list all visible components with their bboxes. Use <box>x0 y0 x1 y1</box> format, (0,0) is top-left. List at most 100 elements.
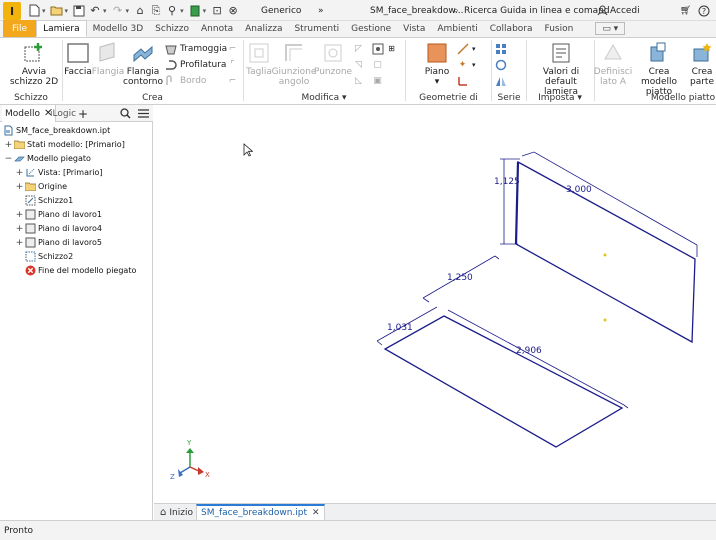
tab-fusion[interactable]: Fusion <box>539 20 580 37</box>
tree-item-view[interactable]: + Vista: [Primario] <box>15 166 103 179</box>
tree-item-document[interactable]: SM_face_breakdown.ipt <box>2 124 110 137</box>
tab-ambienti[interactable]: Ambienti <box>431 20 483 37</box>
dimension-label-4[interactable]: 1,031 <box>387 323 413 333</box>
expand-icon[interactable]: + <box>15 238 24 248</box>
tree-item-model-states[interactable]: + Stati modello: [Primario] <box>4 138 125 151</box>
chevron-down-icon[interactable]: ▾ <box>65 7 69 15</box>
create-part-button[interactable]: Crea parte <box>688 41 716 87</box>
ribbon-options-button[interactable]: ▭ ▾ <box>595 22 626 35</box>
tab-file[interactable]: File <box>3 20 37 37</box>
unfold-button[interactable]: ▢ <box>371 57 387 72</box>
cut-small-button[interactable]: ⌐ <box>226 73 242 88</box>
roll-button[interactable]: Profilatura <box>164 57 226 72</box>
chevron-down-icon[interactable]: ▾ <box>126 7 130 15</box>
appearance-icon[interactable]: ⊡ <box>209 3 225 19</box>
dimension-label-2[interactable]: 3,000 <box>566 185 592 195</box>
face-button[interactable]: Faccia <box>64 41 92 77</box>
undo-icon[interactable]: ↶ <box>87 3 103 19</box>
plane-button[interactable]: Piano ▾ <box>420 41 454 87</box>
tab-annota[interactable]: Annota <box>195 20 239 37</box>
expand-icon[interactable]: + <box>15 182 24 192</box>
close-icon[interactable]: ✕ <box>312 508 320 518</box>
bend-small-button[interactable]: ⌜ <box>226 57 242 72</box>
define-a-side-button[interactable]: Definisci lato A <box>594 41 632 87</box>
tab-schizzo[interactable]: Schizzo <box>149 20 195 37</box>
dimension-label-1[interactable]: 1,125 <box>494 177 520 187</box>
material-icon[interactable] <box>187 3 203 19</box>
lofted-flange-button[interactable]: Tramoggia <box>164 41 227 56</box>
cut-button[interactable]: Taglia <box>245 41 273 77</box>
save-icon[interactable] <box>71 3 87 19</box>
tree-item-workplane4[interactable]: + Piano di lavoro4 <box>15 222 102 235</box>
signin-button[interactable]: Accedi <box>594 0 640 21</box>
refold-button[interactable]: ▣ <box>371 73 387 88</box>
tab-vista[interactable]: Vista <box>397 20 431 37</box>
appearance-dropdown[interactable]: Generico <box>261 0 301 21</box>
tree-item-sketch1[interactable]: Schizzo1 <box>15 194 73 207</box>
tab-home[interactable]: ⌂ Inizio <box>156 504 197 521</box>
help-icon[interactable]: ? <box>698 0 710 21</box>
corner-round-button[interactable]: ◸ <box>352 41 368 56</box>
tree-item-folded-model[interactable]: − Modello piegato <box>4 152 91 165</box>
expand-icon[interactable]: + <box>4 140 13 150</box>
chevron-down-icon[interactable]: ▾ <box>203 7 207 15</box>
open-folder-icon[interactable] <box>49 3 65 19</box>
modify-extra-button[interactable]: ⊞ <box>385 41 401 56</box>
tab-collabora[interactable]: Collabora <box>484 20 539 37</box>
appearance-sphere-icon[interactable]: ⊗ <box>225 3 241 19</box>
tab-modello[interactable]: Modello ✕ <box>2 105 57 122</box>
contour-flange-button[interactable]: Flangia contorno <box>123 41 163 87</box>
tree-item-origin[interactable]: + Origine <box>15 180 67 193</box>
graphics-window[interactable]: 1,125 3,000 1,250 1,031 2,906 Y X Z <box>154 105 716 503</box>
new-file-icon[interactable] <box>26 3 42 19</box>
group-label-imposta[interactable]: Imposta ▾ <box>527 92 593 104</box>
corner-chamfer-button[interactable]: ◹ <box>352 57 368 72</box>
create-flat-pattern-button[interactable]: Crea modello piatto <box>631 41 687 97</box>
corner-seam-button[interactable]: Giunzione angolo <box>272 41 316 87</box>
fold-small-button[interactable]: ⌐ <box>226 41 242 56</box>
more-icon[interactable]: » <box>318 0 324 21</box>
rectangular-pattern-button[interactable] <box>494 41 510 56</box>
sheet-metal-defaults-button[interactable]: Valori di default lamiera <box>530 41 592 97</box>
chevron-down-icon[interactable]: ▾ <box>180 7 184 15</box>
home-icon[interactable]: ⌂ <box>132 3 148 19</box>
tab-modello-3d[interactable]: Modello 3D <box>87 20 150 37</box>
collapse-icon[interactable]: − <box>4 154 13 164</box>
menu-icon[interactable] <box>138 105 149 122</box>
start-2d-sketch-button[interactable]: Avvia schizzo 2D <box>8 41 60 87</box>
group-label-modifica[interactable]: Modifica ▾ <box>244 92 404 104</box>
tab-lamiera[interactable]: Lamiera <box>36 20 87 37</box>
inventor-logo[interactable]: I <box>3 2 21 20</box>
add-tab-icon[interactable]: + <box>78 105 88 122</box>
cart-icon[interactable]: 🛒︎ <box>680 0 691 21</box>
tree-item-end-of-folded[interactable]: Fine del modello piegato <box>15 264 136 277</box>
tab-gestione[interactable]: Gestione <box>345 20 397 37</box>
search-input[interactable]: Ricerca Guida in linea e comand <box>464 6 610 16</box>
expand-icon[interactable]: + <box>15 210 24 220</box>
tab-document[interactable]: SM_face_breakdown.ipt ✕ <box>196 504 325 521</box>
redo-icon[interactable]: ↷ <box>110 3 126 19</box>
search-icon[interactable] <box>120 105 131 122</box>
mirror-button[interactable] <box>494 73 510 88</box>
expand-icon[interactable]: + <box>15 224 24 234</box>
rip-button[interactable]: ◺ <box>352 73 368 88</box>
tab-ilogic[interactable]: iLogic <box>50 105 76 122</box>
work-point-button[interactable]: ✦ ▾ <box>456 57 476 72</box>
tree-item-sketch2[interactable]: Schizzo2 <box>15 250 73 263</box>
chevron-down-icon[interactable]: ▾ <box>42 7 46 15</box>
tree-item-workplane5[interactable]: + Piano di lavoro5 <box>15 236 102 249</box>
circular-pattern-button[interactable] <box>494 57 510 72</box>
work-axis-button[interactable]: ▾ <box>456 41 476 56</box>
dimension-label-3[interactable]: 1,250 <box>447 273 473 283</box>
select-icon[interactable]: ⚲ <box>164 3 180 19</box>
dimension-label-5[interactable]: 2,906 <box>516 346 542 356</box>
tree-item-workplane1[interactable]: + Piano di lavoro1 <box>15 208 102 221</box>
punch-tool-button[interactable]: Punzone <box>314 41 352 77</box>
chevron-down-icon[interactable]: ▾ <box>103 7 107 15</box>
search-area[interactable]: ⌕ Ricerca Guida in linea e comand <box>448 0 610 21</box>
hem-button[interactable]: Bordo <box>164 73 206 88</box>
tab-analizza[interactable]: Analizza <box>239 20 288 37</box>
expand-icon[interactable]: + <box>15 168 24 178</box>
tab-strumenti[interactable]: Strumenti <box>288 20 345 37</box>
ucs-button[interactable] <box>456 73 472 88</box>
